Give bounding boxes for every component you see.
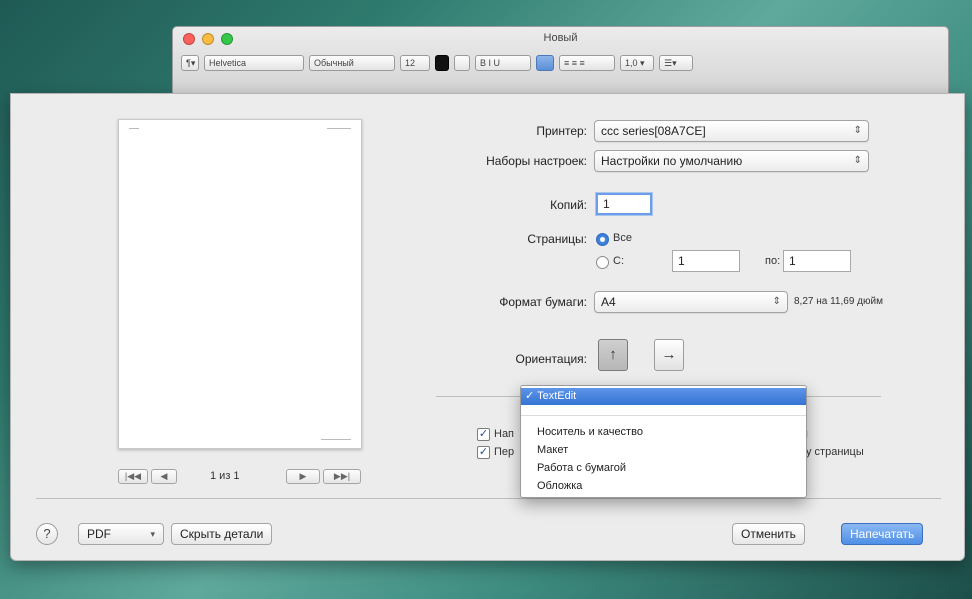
font-family-popup[interactable]: Helvetica (204, 55, 304, 71)
portrait-icon: ↑ (609, 346, 617, 363)
footer-separator (36, 498, 941, 499)
pdf-menu-button[interactable]: PDF ▾ (78, 523, 164, 545)
page-indicator: 1 из 1 (210, 470, 240, 482)
menu-item-textedit[interactable]: ✓ TextEdit (521, 388, 806, 405)
pages-all-radio[interactable] (596, 233, 609, 246)
chevron-updown-icon: ⇕ (853, 125, 862, 136)
font-size-field[interactable]: 12 (400, 55, 430, 71)
checkbox-1[interactable]: ✓ (477, 428, 490, 441)
checkbox-1-label: Нап (494, 428, 515, 440)
next-page-button[interactable]: ▶ (286, 469, 320, 484)
printer-value: ccc series[08A7CE] (601, 124, 706, 138)
paper-size-value: A4 (601, 295, 616, 309)
help-button[interactable]: ? (36, 523, 58, 545)
menu-item-cover-page[interactable]: Обложка (521, 478, 806, 495)
presets-label: Наборы настроек: (486, 154, 587, 168)
pages-from-field[interactable]: 1 (672, 250, 740, 272)
checkbox-2-label: Пер (494, 446, 515, 458)
options-popup-menu: ✓ TextEdit Носитель и качество Макет Раб… (520, 385, 807, 498)
checkbox-2[interactable]: ✓ (477, 446, 490, 459)
copies-label: Копий: (550, 198, 587, 212)
font-style-popup[interactable]: Обычный (309, 55, 395, 71)
preview-header-mark (129, 128, 139, 129)
hide-details-button[interactable]: Скрыть детали (171, 523, 273, 545)
pages-to-field[interactable]: 1 (783, 250, 851, 272)
menu-item-layout[interactable]: Макет (521, 442, 806, 459)
chevron-updown-icon: ⇕ (772, 296, 781, 307)
align-left-button[interactable] (536, 55, 554, 71)
first-page-button[interactable]: |◀◀ (118, 469, 148, 484)
list-style-popup[interactable]: ☰▾ (659, 55, 693, 71)
textedit-window: Новый ¶▾ Helvetica Обычный 12 B I U ≡ ≡ … (172, 26, 949, 101)
highlight-color-well[interactable] (454, 55, 470, 71)
printer-popup[interactable]: ccc series[08A7CE] ⇕ (594, 120, 869, 142)
paper-dimensions: 8,27 на 11,69 дюйм (794, 296, 883, 307)
pdf-label: PDF (87, 527, 111, 541)
landscape-orientation-button[interactable]: → (654, 339, 684, 371)
preview-pager: |◀◀ ◀ 1 из 1 ▶ ▶▶| (118, 469, 362, 485)
page-preview (118, 119, 362, 449)
printer-label: Принтер: (536, 124, 587, 138)
landscape-icon: → (661, 346, 677, 363)
pages-label: Страницы: (527, 232, 587, 246)
presets-value: Настройки по умолчанию (601, 154, 743, 168)
alignment-buttons[interactable]: ≡ ≡ ≡ (559, 55, 615, 71)
menu-item-paper-handling[interactable]: Работа с бумагой (521, 460, 806, 477)
portrait-orientation-button[interactable]: ↑ (598, 339, 628, 371)
menu-item-media-quality[interactable]: Носитель и качество (521, 424, 806, 441)
checkbox-2-label-end: ру страницы (800, 446, 864, 458)
pages-range-radio[interactable] (596, 256, 609, 269)
text-color-well[interactable] (435, 55, 449, 71)
pages-all-label: Все (613, 232, 632, 244)
format-toolbar: ¶▾ Helvetica Обычный 12 B I U ≡ ≡ ≡ 1,0 … (181, 53, 940, 73)
bold-italic-underline-buttons[interactable]: B I U (475, 55, 531, 71)
pages-to-label: по: (765, 255, 781, 267)
cancel-button[interactable]: Отменить (732, 523, 805, 545)
chevron-down-icon: ▾ (150, 529, 155, 539)
menu-separator (521, 415, 806, 416)
orientation-label: Ориентация: (515, 352, 587, 366)
previous-page-button[interactable]: ◀ (151, 469, 177, 484)
chevron-updown-icon: ⇕ (853, 155, 862, 166)
last-page-button[interactable]: ▶▶| (323, 469, 361, 484)
paper-size-popup[interactable]: A4 ⇕ (594, 291, 788, 313)
line-spacing-popup[interactable]: 1,0 ▾ (620, 55, 654, 71)
copies-field[interactable]: 1 (596, 193, 652, 215)
preview-header-mark (327, 128, 351, 129)
window-title: Новый (543, 32, 578, 44)
pages-from-label: С: (613, 255, 624, 267)
print-button[interactable]: Напечатать (841, 523, 924, 545)
print-dialog: |◀◀ ◀ 1 из 1 ▶ ▶▶| Принтер: ccc series[0… (10, 93, 965, 561)
paragraph-style-button[interactable]: ¶▾ (181, 55, 199, 71)
presets-popup[interactable]: Настройки по умолчанию ⇕ (594, 150, 869, 172)
preview-footer-mark (321, 439, 351, 440)
paper-size-label: Формат бумаги: (499, 295, 587, 309)
